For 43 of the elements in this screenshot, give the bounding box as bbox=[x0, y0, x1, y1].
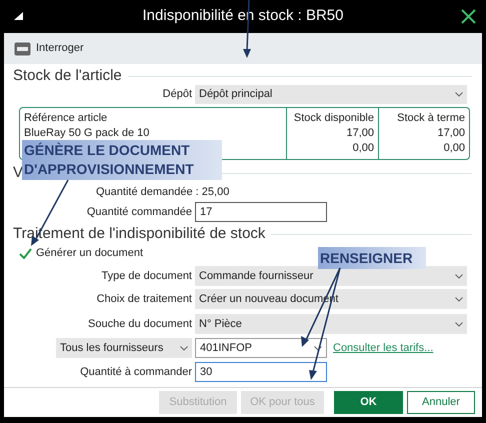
field-label: Choix de traitement bbox=[96, 292, 193, 307]
field-label: Quantité commandée bbox=[86, 204, 193, 220]
rates-link[interactable]: Consulter les tarifs... bbox=[333, 340, 434, 356]
dropdown[interactable]: Commande fournisseur bbox=[195, 266, 467, 286]
ordered-quantity-field[interactable]: 17 bbox=[195, 202, 327, 222]
supplier-filter-dropdown[interactable]: Tous les fournisseurs bbox=[56, 338, 192, 358]
dialog-button[interactable]: Annuler bbox=[407, 391, 475, 414]
table-cell-text: 17,00 bbox=[436, 126, 465, 141]
archive-box-icon bbox=[14, 42, 31, 56]
chevron-down-icon bbox=[314, 346, 322, 350]
chevron-down-icon bbox=[455, 274, 463, 278]
chevron-down-icon bbox=[455, 296, 463, 302]
table-cell-text: 17,00 bbox=[345, 126, 374, 141]
resize-icon bbox=[14, 12, 23, 20]
table-cell-text: BlueRay 50 G pack de 10 bbox=[24, 126, 150, 141]
close-icon[interactable] bbox=[461, 9, 476, 24]
dropdown[interactable]: N° Pièce bbox=[195, 314, 467, 334]
table-cell-text: 0,00 bbox=[352, 141, 374, 156]
callout-text: GÉNÈRE LE DOCUMENT bbox=[24, 141, 191, 160]
callout-text: D'APPROVISIONNEMENT bbox=[24, 160, 195, 179]
field-label: Souche du document bbox=[87, 316, 193, 332]
checkbox[interactable] bbox=[19, 248, 32, 258]
depot-dropdown[interactable]: Dépôt principal bbox=[195, 85, 467, 104]
field-label: Type de document bbox=[100, 268, 193, 284]
window-title: Indisponibilité en stock : BR50 bbox=[142, 6, 344, 26]
supplier-combo-box[interactable]: 401INFOP bbox=[195, 338, 327, 358]
column-header: Référence article bbox=[24, 111, 108, 126]
requested-quantity: Quantité demandée : 25,00 bbox=[96, 184, 230, 200]
section-title: Stock de l'article bbox=[13, 66, 122, 86]
section-title: V bbox=[13, 162, 24, 183]
chevron-down-icon bbox=[180, 346, 188, 350]
dialog-button[interactable]: OK bbox=[334, 391, 403, 414]
table-cell-text: 0,00 bbox=[442, 141, 465, 156]
field-label: Quantité à commander bbox=[79, 364, 193, 380]
chevron-down-icon bbox=[455, 322, 463, 326]
column-header: Stock disponible bbox=[292, 111, 374, 126]
chevron-down-icon bbox=[455, 92, 463, 97]
column-header: Stock à terme bbox=[396, 111, 465, 126]
field-label: Dépôt bbox=[162, 87, 193, 102]
callout-text: RENSEIGNER bbox=[320, 248, 414, 268]
quantity-field[interactable]: 30 bbox=[195, 362, 327, 382]
query-button[interactable]: Interroger bbox=[14, 36, 84, 60]
checkbox-label: Générer un document bbox=[36, 246, 144, 261]
